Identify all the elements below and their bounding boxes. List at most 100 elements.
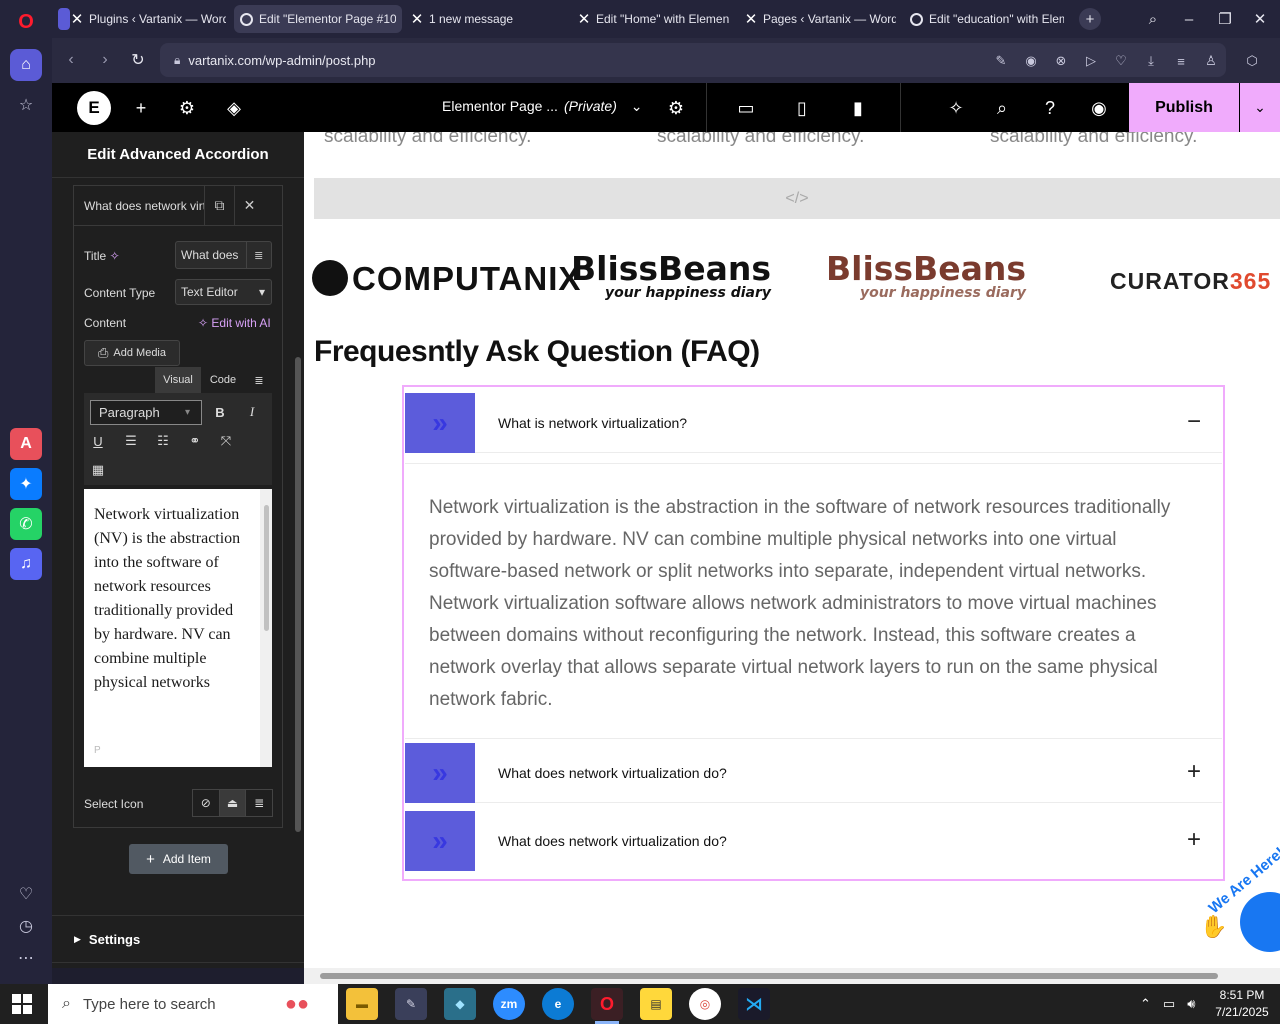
italic-icon[interactable]: I	[241, 401, 263, 423]
aria-app-icon[interactable]: A	[10, 428, 42, 460]
dynamic-tags-icon[interactable]: ≣	[246, 367, 272, 393]
music-app-icon[interactable]: ♫	[10, 548, 42, 580]
block-icon[interactable]: ⊗	[1052, 52, 1070, 70]
content-editor[interactable]: Network virtualization (NV) is the abstr…	[84, 489, 272, 767]
easy-setup-icon[interactable]: ≡	[1172, 52, 1190, 70]
site-settings-icon[interactable]: ⚙︎	[175, 96, 199, 120]
tab-visual[interactable]: Visual	[155, 367, 201, 393]
search-tabs-icon[interactable]: ⌕	[1142, 8, 1164, 30]
search-icon[interactable]: ⌕	[990, 96, 1014, 120]
publish-options-chevron-icon[interactable]: ⌄	[1240, 83, 1280, 132]
upload-icon-choice[interactable]: ⏏	[219, 790, 247, 816]
tab-new-message[interactable]: ✕ 1 new message	[404, 5, 562, 33]
whatsapp-icon[interactable]: ✆	[10, 508, 42, 540]
add-media-button[interactable]: ⎙ Add Media	[84, 340, 180, 366]
edit-icon[interactable]: ✎	[992, 52, 1010, 70]
no-icon-choice[interactable]: ⊘	[193, 790, 220, 816]
content-type-select[interactable]: Text Editor ▾	[175, 279, 272, 305]
edit-with-ai-button[interactable]: ✧ Edit with AI	[198, 316, 271, 330]
publish-button[interactable]: Publish	[1129, 83, 1239, 132]
url-text[interactable]: vartanix.com/wp-admin/post.php	[188, 53, 375, 68]
notifications-icon[interactable]: ✧	[944, 96, 968, 120]
page-settings-gear-icon[interactable]: ⚙	[664, 96, 688, 120]
back-icon[interactable]: ‹	[60, 49, 82, 71]
bold-icon[interactable]: B	[209, 401, 231, 423]
opera-taskbar-icon[interactable]: O	[591, 988, 623, 1024]
volume-icon[interactable]: 🔊︎	[1187, 996, 1195, 1012]
close-window-icon[interactable]: ✕	[1249, 8, 1271, 30]
bulleted-list-icon[interactable]: ☰	[120, 430, 142, 452]
numbered-list-icon[interactable]: ☷	[152, 430, 174, 452]
dynamic-tags-icon[interactable]: ≣	[245, 242, 271, 268]
tablet-view-icon[interactable]: ▯	[790, 96, 814, 120]
icon-library-choice[interactable]: ≣	[246, 790, 272, 816]
chat-bubble-icon[interactable]	[1240, 892, 1280, 952]
tab-plugins[interactable]: ✕ Plugins ‹ Vartanix — WordPress	[64, 5, 232, 33]
accordion-item-header[interactable]: » What does network virtualization do? +	[405, 743, 1222, 803]
tab-edit-elementor-page[interactable]: Edit "Elementor Page #100"	[234, 5, 402, 33]
plus-icon[interactable]: +	[1182, 825, 1206, 855]
panel-scrollbar[interactable]	[295, 357, 301, 832]
sticky-notes-icon[interactable]: ▤	[640, 988, 672, 1020]
paragraph-format-select[interactable]: Paragraph ▾	[90, 400, 202, 425]
underline-icon[interactable]: U	[87, 430, 109, 452]
forward-icon[interactable]: ›	[94, 49, 116, 71]
reload-icon[interactable]: ↻	[127, 49, 149, 71]
preview-eye-icon[interactable]: ◉	[1087, 96, 1111, 120]
paint-app-icon[interactable]: ✎	[395, 988, 427, 1020]
page-name-dropdown[interactable]: Elementor Page ... (Private) ⌄	[442, 98, 642, 115]
windows-start-icon[interactable]	[12, 994, 32, 1014]
vscode-icon[interactable]: ⋊	[738, 988, 770, 1020]
more-icon[interactable]: ⋯	[10, 942, 42, 974]
minus-icon[interactable]: −	[1182, 407, 1206, 437]
add-element-icon[interactable]: +	[129, 96, 153, 120]
duplicate-icon[interactable]: ⧉	[204, 185, 234, 226]
editor-scroll-thumb[interactable]	[264, 505, 269, 631]
tray-overflow-chevron-icon[interactable]: ⌃	[1140, 996, 1151, 1012]
network-icon[interactable]: ▭	[1163, 996, 1175, 1012]
remove-item-close-icon[interactable]: ✕	[234, 185, 264, 226]
accordion-item-header[interactable]: » What is network virtualization? −	[405, 393, 1222, 453]
plus-icon[interactable]: +	[1182, 757, 1206, 787]
fullscreen-icon[interactable]: ⤧	[215, 430, 237, 452]
tab-pages[interactable]: ✕ Pages ‹ Vartanix — WordPress	[738, 5, 902, 33]
download-icon[interactable]: ⤓	[1142, 52, 1160, 70]
edge-icon[interactable]: e	[542, 988, 574, 1020]
minimize-icon[interactable]: –	[1178, 8, 1200, 30]
settings-section-toggle[interactable]: ▶ Settings	[52, 915, 304, 963]
messenger-icon[interactable]: ✦	[10, 468, 42, 500]
tab-edit-education[interactable]: Edit "education" with Elementor	[904, 5, 1070, 33]
app-cube-icon[interactable]: ◆	[444, 988, 476, 1020]
extensions-cube-icon[interactable]: ⬡	[1243, 52, 1261, 70]
maximize-icon[interactable]: ❐	[1214, 8, 1236, 30]
profile-icon[interactable]: ♙	[1202, 52, 1220, 70]
accordion-item-header[interactable]: » What does network virtualization do? +	[405, 811, 1222, 871]
heart-outline-icon[interactable]: ♡	[1112, 52, 1130, 70]
history-icon[interactable]: ◷	[10, 910, 42, 942]
html-widget-placeholder[interactable]: </>	[314, 178, 1280, 219]
desktop-view-icon[interactable]: ▭	[734, 96, 758, 120]
opera-logo-icon[interactable]: O	[10, 6, 42, 38]
horizontal-scroll-thumb[interactable]	[320, 973, 1218, 979]
tab-edit-home[interactable]: ✕ Edit "Home" with Elementor	[571, 5, 735, 33]
mobile-view-icon[interactable]: ▮	[846, 96, 870, 120]
editor-scrollbar[interactable]	[260, 489, 272, 767]
tab-code[interactable]: Code	[201, 367, 245, 393]
chat-widget[interactable]: We Are Here! ✋	[1200, 844, 1280, 962]
structure-layers-icon[interactable]: ◈	[222, 96, 246, 120]
file-explorer-icon[interactable]: ▬	[346, 988, 378, 1020]
star-icon[interactable]: ☆	[10, 89, 42, 121]
link-icon[interactable]: ⚭	[184, 430, 206, 452]
home-icon[interactable]: ⌂	[10, 49, 42, 81]
repeater-item-title[interactable]: What does network virtualization do?	[74, 199, 204, 213]
canvas-horizontal-scrollbar[interactable]	[304, 968, 1280, 984]
content-text[interactable]: Network virtualization (NV) is the abstr…	[94, 503, 249, 695]
taskbar-clock[interactable]: 8:51 PM 7/21/2025	[1210, 987, 1274, 1021]
search-highlight-icon[interactable]: ●●	[262, 988, 332, 1020]
zoom-icon[interactable]: zm	[493, 988, 525, 1020]
heart-icon[interactable]: ♡	[10, 878, 42, 910]
title-input[interactable]: What does ≣	[175, 241, 272, 269]
toolbar-toggle-icon[interactable]: ▦	[87, 459, 109, 481]
add-item-button[interactable]: + Add Item	[129, 844, 228, 874]
send-icon[interactable]: ▷	[1082, 52, 1100, 70]
